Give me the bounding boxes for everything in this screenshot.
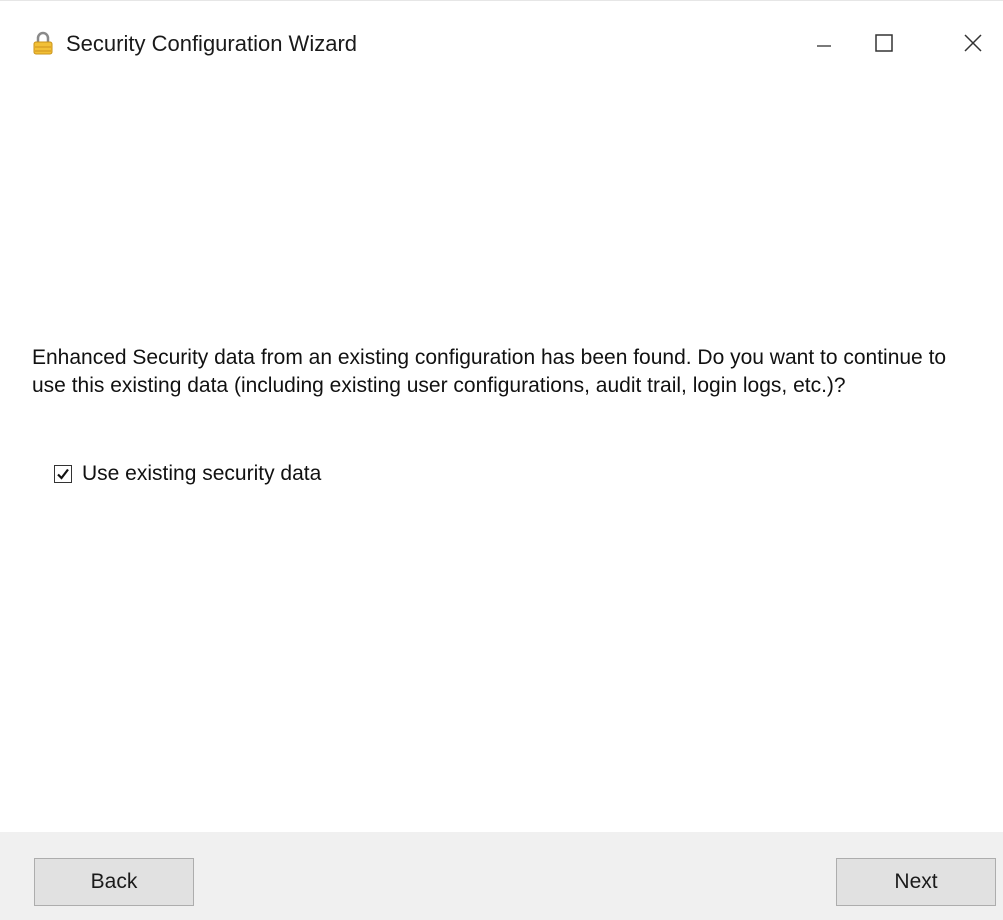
maximize-icon <box>875 34 893 52</box>
existing-data-message: Enhanced Security data from an existing … <box>32 346 947 397</box>
wizard-content: Enhanced Security data from an existing … <box>32 344 982 485</box>
lock-icon <box>32 31 54 55</box>
title-bar: Security Configuration Wizard <box>0 1 1003 87</box>
use-existing-data-label[interactable]: Use existing security data <box>82 462 321 486</box>
close-icon <box>963 33 983 53</box>
next-button[interactable]: Next <box>836 858 996 906</box>
back-button[interactable]: Back <box>34 858 194 906</box>
minimize-button[interactable] <box>794 19 854 67</box>
wizard-window: Security Configuration Wizard Enhanced S… <box>0 0 1003 920</box>
checkmark-icon <box>57 468 69 480</box>
close-button[interactable] <box>943 19 1003 67</box>
use-existing-data-option[interactable]: Use existing security data <box>54 462 321 486</box>
window-title: Security Configuration Wizard <box>66 31 358 56</box>
minimize-icon <box>817 36 831 50</box>
wizard-footer: Back Next <box>0 832 1003 920</box>
use-existing-data-checkbox[interactable] <box>54 465 72 483</box>
maximize-button[interactable] <box>854 19 914 67</box>
